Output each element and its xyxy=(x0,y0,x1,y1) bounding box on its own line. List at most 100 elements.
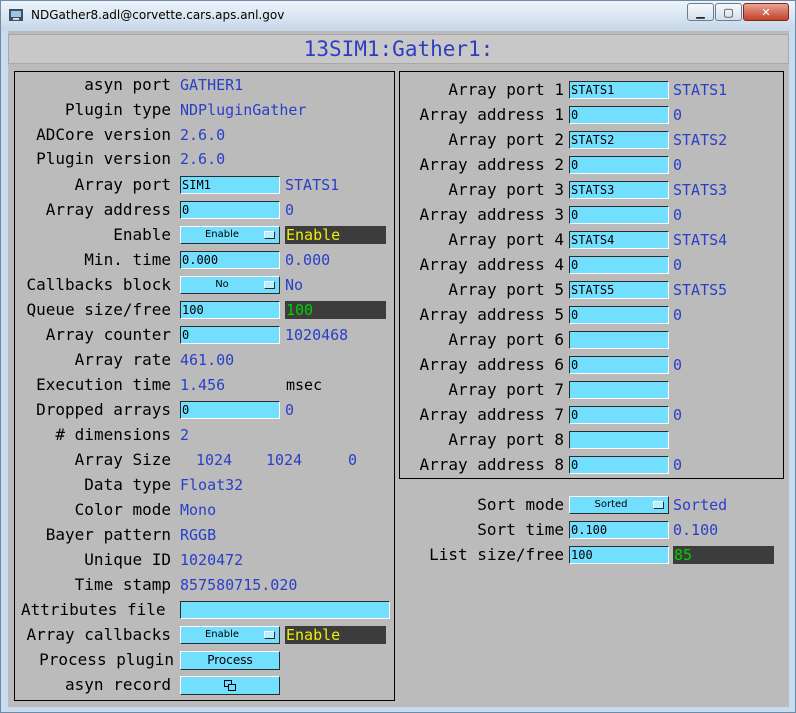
array-port-2-input[interactable]: STATS2 xyxy=(569,131,669,149)
list-size-input[interactable]: 100 xyxy=(569,546,669,564)
asyn-port-value: GATHER1 xyxy=(180,76,244,94)
array-counter-input[interactable]: 0 xyxy=(180,326,280,344)
list-size-label: List size/free xyxy=(429,545,564,564)
maximize-button[interactable]: ▢ xyxy=(715,3,742,21)
asyn-port-label: asyn port xyxy=(84,75,171,94)
array-address-4-input[interactable]: 0 xyxy=(569,256,669,274)
list-free-readback: 85 xyxy=(673,546,774,564)
array-address-2-readback: 0 xyxy=(673,156,683,174)
attributes-file-label: Attributes file xyxy=(21,600,166,619)
callbacks-block-menu-value: No xyxy=(215,279,229,290)
min-time-label: Min. time xyxy=(84,250,171,269)
array-address-2-label: Array address 2 xyxy=(419,155,565,174)
array-port-6-input[interactable] xyxy=(569,331,669,349)
array-address-5-input[interactable]: 0 xyxy=(569,306,669,324)
color-mode-label: Color mode xyxy=(74,500,171,519)
callbacks-block-menu[interactable]: No xyxy=(180,276,280,294)
sort-time-input[interactable]: 0.100 xyxy=(569,521,669,539)
array-port-5-readback: STATS5 xyxy=(673,281,728,299)
array-address-1-input[interactable]: 0 xyxy=(569,106,669,124)
array-port-3-label: Array port 3 xyxy=(448,180,564,199)
process-button[interactable]: Process xyxy=(180,651,280,670)
array-address-5-label: Array address 5 xyxy=(419,305,565,324)
asyn-record-button[interactable] xyxy=(180,676,280,695)
execution-time-unit: msec xyxy=(286,376,323,394)
dropped-arrays-label: Dropped arrays xyxy=(36,400,171,419)
dimensions-label: # dimensions xyxy=(55,425,171,444)
unique-id-value: 1020472 xyxy=(180,551,244,569)
array-port-5-input[interactable]: STATS5 xyxy=(569,281,669,299)
array-port-8-input[interactable] xyxy=(569,431,669,449)
array-address-2-input[interactable]: 0 xyxy=(569,156,669,174)
close-button[interactable]: ✕ xyxy=(743,3,789,21)
array-address-1-readback: 0 xyxy=(673,106,683,124)
array-size-label: Array Size xyxy=(74,450,171,469)
array-address-6-label: Array address 6 xyxy=(419,355,565,374)
array-callbacks-menu[interactable]: Enable xyxy=(180,626,280,644)
array-address-8-readback: 0 xyxy=(673,456,683,474)
time-stamp-label: Time stamp xyxy=(74,575,171,594)
adcore-version-label: ADCore version xyxy=(36,125,171,144)
dimensions-value: 2 xyxy=(180,426,190,444)
adcore-version-value: 2.6.0 xyxy=(180,126,226,144)
bayer-pattern-label: Bayer pattern xyxy=(45,525,171,544)
array-port-4-input[interactable]: STATS4 xyxy=(569,231,669,249)
sort-time-label: Sort time xyxy=(477,520,564,539)
array-address-input[interactable]: 0 xyxy=(180,201,280,219)
menu-indicator-icon xyxy=(264,631,275,639)
array-port-1-input[interactable]: STATS1 xyxy=(569,81,669,99)
enable-menu[interactable]: Enable xyxy=(180,226,280,244)
title-bar[interactable]: NDGather8.adl@corvette.cars.aps.anl.gov … xyxy=(1,1,795,31)
window-stack-icon xyxy=(224,680,236,691)
dropped-arrays-readback: 0 xyxy=(285,401,295,419)
plugin-type-label: Plugin type xyxy=(65,100,171,119)
asyn-record-label: asyn record xyxy=(65,675,171,694)
callbacks-block-label: Callbacks block xyxy=(26,275,172,294)
array-port-3-input[interactable]: STATS3 xyxy=(569,181,669,199)
array-address-5-readback: 0 xyxy=(673,306,683,324)
client-area: 13SIM1:Gather1: asyn port GATHER1 Plugin… xyxy=(8,31,789,707)
array-port-1-readback: STATS1 xyxy=(673,81,728,99)
sort-mode-readback: Sorted xyxy=(673,496,728,514)
sort-mode-menu-value: Sorted xyxy=(594,499,628,510)
array-address-8-input[interactable]: 0 xyxy=(569,456,669,474)
min-time-input[interactable]: 0.000 xyxy=(180,251,280,269)
plugin-type-value: NDPluginGather xyxy=(180,101,307,119)
plugin-version-label: Plugin version xyxy=(36,149,171,168)
queue-size-input[interactable]: 100 xyxy=(180,301,280,319)
array-port-7-input[interactable] xyxy=(569,381,669,399)
array-port-2-readback: STATS2 xyxy=(673,131,728,149)
array-size-x: 1024 xyxy=(196,451,233,469)
array-address-3-input[interactable]: 0 xyxy=(569,206,669,224)
array-address-7-label: Array address 7 xyxy=(419,405,565,424)
minimize-button[interactable]: ▁ xyxy=(687,3,714,21)
dropped-arrays-input[interactable]: 0 xyxy=(180,401,280,419)
menu-indicator-icon xyxy=(653,501,664,509)
menu-indicator-icon xyxy=(264,231,275,239)
array-port-3-readback: STATS3 xyxy=(673,181,728,199)
array-port-1-label: Array port 1 xyxy=(448,80,564,99)
array-rate-value: 461.00 xyxy=(180,351,235,369)
array-address-1-label: Array address 1 xyxy=(419,105,565,124)
minimize-icon: ▁ xyxy=(696,5,705,19)
sort-time-readback: 0.100 xyxy=(673,521,719,539)
sort-mode-menu[interactable]: Sorted xyxy=(569,496,669,514)
array-address-8-label: Array address 8 xyxy=(419,455,565,474)
array-address-6-input[interactable]: 0 xyxy=(569,356,669,374)
array-callbacks-label: Array callbacks xyxy=(26,625,172,644)
array-callbacks-menu-value: Enable xyxy=(204,629,240,640)
array-rate-label: Array rate xyxy=(74,350,171,369)
queue-free-readback: 100 xyxy=(285,301,386,319)
attributes-file-input[interactable] xyxy=(180,601,390,619)
array-port-2-label: Array port 2 xyxy=(448,130,564,149)
execution-time-value: 1.456 xyxy=(180,376,226,394)
callbacks-block-readback: No xyxy=(285,276,304,294)
plugin-version-value: 2.6.0 xyxy=(180,150,226,168)
array-port-input[interactable]: SIM1 xyxy=(180,176,280,194)
execution-time-label: Execution time xyxy=(36,375,171,394)
data-type-label: Data type xyxy=(84,475,171,494)
array-address-7-input[interactable]: 0 xyxy=(569,406,669,424)
page-title: 13SIM1:Gather1: xyxy=(303,37,494,61)
array-size-z: 0 xyxy=(348,451,358,469)
sort-mode-label: Sort mode xyxy=(477,495,564,514)
